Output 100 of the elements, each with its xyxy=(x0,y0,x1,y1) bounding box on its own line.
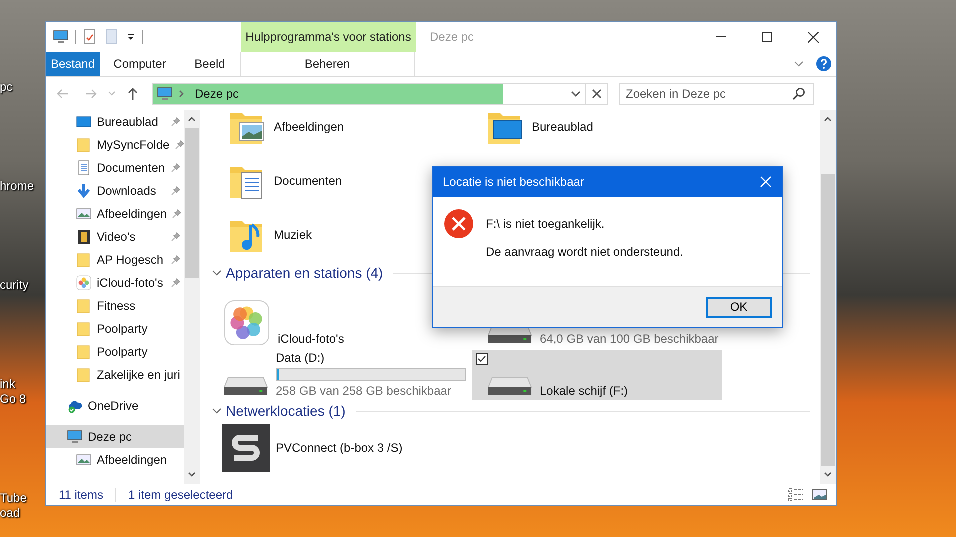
device-item[interactable]: Data (D:) 258 GB van 258 GB beschikbaar xyxy=(208,350,458,400)
network-item[interactable]: PVConnect (b-box 3 /S) xyxy=(208,424,820,472)
monitor-icon[interactable] xyxy=(53,29,69,45)
nav-item[interactable]: Poolparty xyxy=(46,340,184,363)
help-icon[interactable] xyxy=(816,56,832,72)
selection-count: 1 item geselecteerd xyxy=(128,488,234,502)
monitor-icon xyxy=(157,86,173,102)
photos-icon xyxy=(76,274,92,290)
search-icon[interactable] xyxy=(792,87,806,101)
monitor-icon xyxy=(67,428,83,444)
folder-name[interactable]: Afbeeldingen xyxy=(274,120,344,134)
device-item[interactable]: Lokale schijf (F:) xyxy=(472,350,722,400)
close-icon xyxy=(592,89,602,99)
maximize-icon xyxy=(762,32,772,42)
ribbon-tab[interactable]: Computer xyxy=(100,52,180,76)
scroll-down-icon[interactable] xyxy=(824,472,832,478)
pin-icon[interactable] xyxy=(171,278,181,288)
scroll-down-icon[interactable] xyxy=(188,472,196,478)
folder-name[interactable]: Bureaublad xyxy=(532,120,594,134)
error-message: F:\ is niet toegankelijk. xyxy=(486,217,606,231)
close-icon xyxy=(808,32,818,42)
customize-dropdown-icon[interactable] xyxy=(126,32,136,42)
error-detail: De aanvraag wordt niet ondersteund. xyxy=(486,245,684,259)
drive-usage: 258 GB van 258 GB beschikbaar xyxy=(276,384,452,398)
error-icon xyxy=(444,209,474,239)
expand-ribbon-icon[interactable] xyxy=(794,61,804,67)
ribbon-tab[interactable]: Beheren xyxy=(240,52,415,76)
drive-name: Lokale schijf (F:) xyxy=(540,384,628,398)
section-header[interactable]: Netwerklocaties (1) xyxy=(226,403,346,419)
nav-item[interactable]: Documenten xyxy=(46,156,184,179)
pin-icon[interactable] xyxy=(174,140,185,150)
pin-icon[interactable] xyxy=(171,162,181,172)
pin-icon[interactable] xyxy=(171,254,181,264)
ok-button[interactable]: OK xyxy=(706,296,772,318)
desktop-icon-label[interactable]: ink Go 8 xyxy=(0,377,44,407)
address-bar[interactable]: Deze pc xyxy=(152,83,586,105)
hard-drive-icon xyxy=(488,377,532,396)
pin-icon[interactable] xyxy=(172,208,182,218)
address-path: Deze pc xyxy=(195,87,240,101)
drive-usage: 64,0 GB van 100 GB beschikbaar xyxy=(540,332,719,346)
nav-item[interactable]: AP Hogesch xyxy=(46,248,184,271)
film-icon xyxy=(76,228,92,244)
search-field[interactable]: Zoeken in Deze pc xyxy=(619,83,814,105)
s-logo-icon xyxy=(222,424,270,472)
folder-name[interactable]: Documenten xyxy=(274,174,342,188)
stop-button[interactable] xyxy=(586,83,608,105)
content-scrollbar[interactable] xyxy=(820,110,836,484)
folder-icon xyxy=(76,136,92,152)
caret-icon[interactable] xyxy=(571,91,581,97)
collapse-chevron-icon[interactable] xyxy=(212,270,222,276)
folder-icon xyxy=(76,366,92,382)
up-arrow-icon[interactable] xyxy=(126,87,140,101)
nav-item[interactable]: iCloud-foto's xyxy=(46,271,184,294)
download-icon xyxy=(76,182,92,198)
folder-icon xyxy=(76,320,92,336)
ribbon-tab[interactable]: Bestand xyxy=(46,52,100,76)
nav-item[interactable]: OneDrive xyxy=(46,394,184,417)
checkmark-document-icon[interactable] xyxy=(82,29,98,45)
nav-item[interactable]: Poolparty xyxy=(46,317,184,340)
nav-item[interactable]: Deze pc xyxy=(46,425,184,448)
folder-name[interactable]: Muziek xyxy=(274,228,312,242)
nav-item[interactable]: MySyncFolde xyxy=(46,133,184,156)
details-view-icon[interactable] xyxy=(788,488,804,502)
picture-view-icon[interactable] xyxy=(812,488,828,502)
device-name: iCloud-foto's xyxy=(278,332,344,346)
folder-icon xyxy=(76,344,92,360)
pin-icon[interactable] xyxy=(171,232,181,242)
drive-name: Data (D:) xyxy=(276,351,326,365)
scroll-up-icon[interactable] xyxy=(188,116,196,122)
document-icon xyxy=(76,160,92,176)
pin-icon[interactable] xyxy=(171,186,181,196)
desktop-icon-label[interactable]: hrome xyxy=(0,179,44,194)
checkbox-checked[interactable] xyxy=(476,353,488,365)
window-title: Deze pc xyxy=(429,30,474,44)
folder-icon xyxy=(76,298,92,314)
pin-icon[interactable] xyxy=(171,116,181,126)
ribbon-tab[interactable]: Beeld xyxy=(180,52,240,76)
close-icon[interactable] xyxy=(760,176,772,188)
picture-icon xyxy=(76,452,92,468)
scroll-up-icon[interactable] xyxy=(824,116,832,122)
collapse-chevron-icon[interactable] xyxy=(212,408,222,414)
nav-scrollbar[interactable] xyxy=(184,110,200,484)
folder-icon xyxy=(76,252,92,268)
nav-item[interactable]: Afbeeldingen xyxy=(46,202,184,225)
nav-item[interactable]: Zakelijke en juri xyxy=(46,363,184,386)
desktop-icon-label[interactable]: curity xyxy=(0,278,44,293)
nav-item[interactable]: Downloads xyxy=(46,179,184,202)
desktop-icon-label[interactable]: pc xyxy=(0,80,44,95)
dialog-title: Locatie is niet beschikbaar xyxy=(443,175,584,189)
section-header[interactable]: Apparaten en stations (4) xyxy=(226,265,384,281)
item-count: 11 items xyxy=(59,488,104,502)
nav-item[interactable]: Afbeeldingen xyxy=(46,448,184,471)
desktop-icon xyxy=(76,114,92,130)
nav-item[interactable]: Video's xyxy=(46,225,184,248)
context-group-header: Hulpprogramma's voor stations xyxy=(241,22,416,52)
nav-item[interactable]: Fitness xyxy=(46,294,184,317)
hard-drive-icon xyxy=(224,377,268,396)
flower-app-icon xyxy=(224,300,270,346)
nav-item[interactable]: Bureaublad xyxy=(46,110,184,133)
picture-icon xyxy=(76,206,92,222)
